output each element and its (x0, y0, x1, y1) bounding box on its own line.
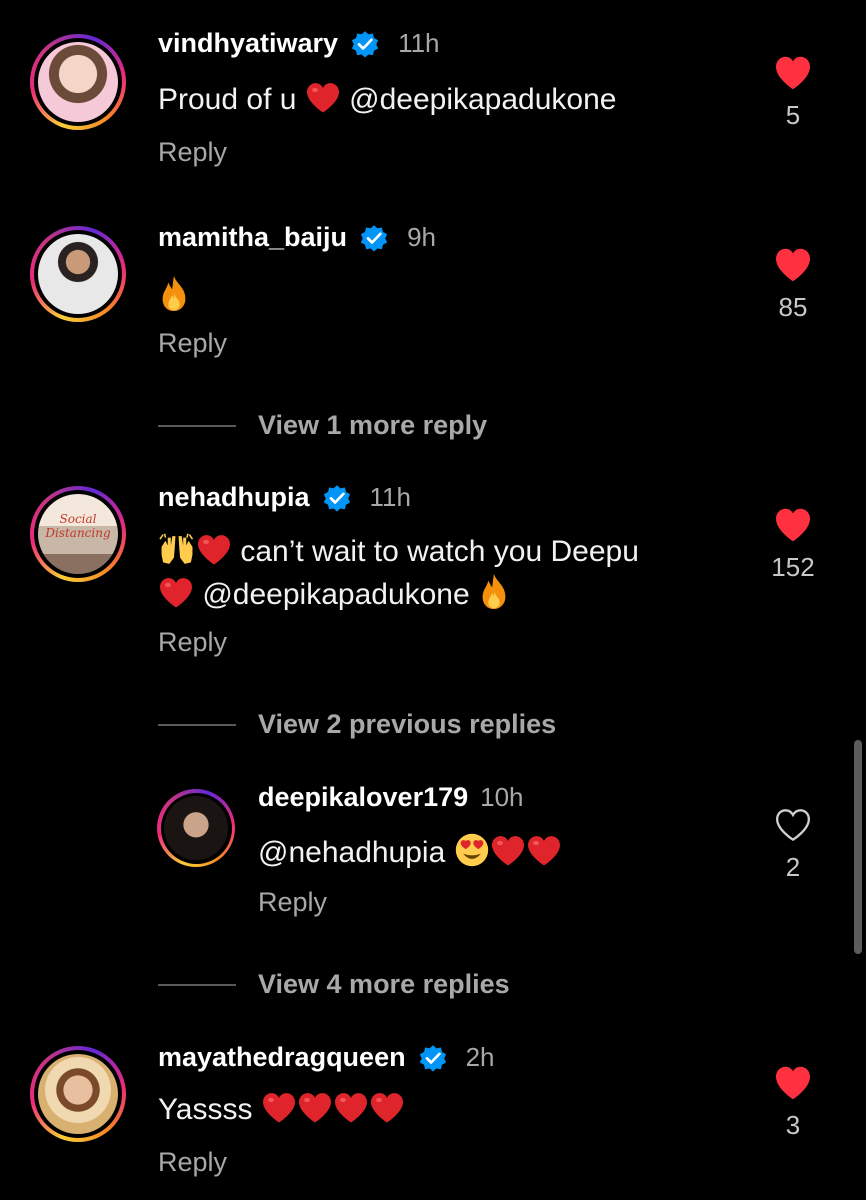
heart-filled-icon (774, 1066, 812, 1100)
red-heart-emoji-icon (369, 1092, 405, 1124)
timestamp: 2h (465, 1042, 495, 1072)
like-count: 3 (785, 1110, 801, 1140)
username[interactable]: nehadhupia (158, 482, 310, 513)
comment-text-body: Proud of u (158, 83, 297, 116)
fire-emoji-icon (478, 572, 510, 610)
like-count: 2 (785, 852, 801, 882)
comment-text (158, 274, 190, 317)
like-button[interactable]: 152 (758, 508, 828, 583)
fire-emoji-icon (158, 274, 190, 312)
divider-line (158, 983, 236, 986)
like-count: 152 (771, 552, 815, 582)
red-heart-emoji-icon (261, 1092, 297, 1124)
red-heart-emoji-icon (297, 1092, 333, 1124)
username[interactable]: mamitha_baiju (158, 222, 347, 253)
reply-button[interactable]: Reply (158, 627, 227, 658)
view-more-replies-button[interactable]: View 1 more reply (158, 410, 487, 441)
avatar[interactable] (157, 789, 235, 867)
avatar[interactable] (30, 226, 126, 322)
avatar-poster-text: Social Distancing (45, 512, 111, 540)
view-more-replies-button[interactable]: View 4 more replies (158, 969, 510, 1000)
avatar[interactable] (30, 1046, 126, 1142)
comment-text-body: can’t wait to watch you Deepu (240, 535, 639, 568)
username[interactable]: vindhyatiwary (158, 28, 338, 59)
heart-filled-icon (774, 248, 812, 282)
verified-badge-icon (350, 29, 380, 59)
raised-hands-emoji-icon (158, 533, 196, 567)
heart-outline-icon (774, 808, 812, 842)
heart-filled-icon (774, 508, 812, 542)
mention-link[interactable]: @deepikapadukone (202, 578, 469, 611)
reply-button[interactable]: Reply (258, 887, 327, 918)
view-more-replies-label: View 4 more replies (258, 969, 510, 999)
heart-filled-icon (774, 56, 812, 90)
red-heart-emoji-icon (526, 835, 562, 867)
avatar[interactable] (30, 34, 126, 130)
avatar[interactable]: Social Distancing (30, 486, 126, 582)
scrollbar[interactable] (854, 740, 862, 954)
divider-line (158, 723, 236, 726)
verified-badge-icon (418, 1043, 448, 1073)
red-heart-emoji-icon (490, 835, 526, 867)
red-heart-emoji-icon (305, 82, 341, 114)
comment-text: Proud of u @deepikapadukone (158, 80, 616, 120)
like-button[interactable]: 3 (758, 1066, 828, 1141)
like-button[interactable]: 2 (758, 808, 828, 883)
view-previous-replies-label: View 2 previous replies (258, 709, 557, 739)
reply-button[interactable]: Reply (158, 1147, 227, 1178)
like-button[interactable]: 85 (758, 248, 828, 323)
comment-text-body: Yassss (158, 1093, 253, 1126)
red-heart-emoji-icon (333, 1092, 369, 1124)
timestamp: 11h (369, 482, 411, 512)
comment-text: @nehadhupia (258, 832, 562, 873)
red-heart-emoji-icon (158, 577, 194, 609)
mention-link[interactable]: @deepikapadukone (349, 83, 616, 116)
like-count: 5 (785, 100, 801, 130)
like-button[interactable]: 5 (758, 56, 828, 131)
reply-button[interactable]: Reply (158, 328, 227, 359)
heart-eyes-emoji-icon (454, 832, 490, 868)
view-previous-replies-button[interactable]: View 2 previous replies (158, 709, 556, 740)
timestamp: 11h (398, 28, 440, 58)
red-heart-emoji-icon (196, 534, 232, 566)
reply-button[interactable]: Reply (158, 137, 227, 168)
verified-badge-icon (322, 483, 352, 513)
like-count: 85 (778, 292, 808, 322)
timestamp: 10h (480, 782, 524, 812)
username[interactable]: mayathedragqueen (158, 1042, 406, 1073)
timestamp: 9h (407, 222, 436, 252)
mention-link[interactable]: @nehadhupia (258, 836, 445, 869)
comment-text: can’t wait to watch you Deepu @deepikapa… (158, 532, 738, 615)
verified-badge-icon (359, 223, 389, 253)
view-more-replies-label: View 1 more reply (258, 410, 488, 440)
divider-line (158, 424, 236, 427)
comment-text: Yassss (158, 1090, 405, 1130)
username[interactable]: deepikalover179 (258, 782, 468, 813)
